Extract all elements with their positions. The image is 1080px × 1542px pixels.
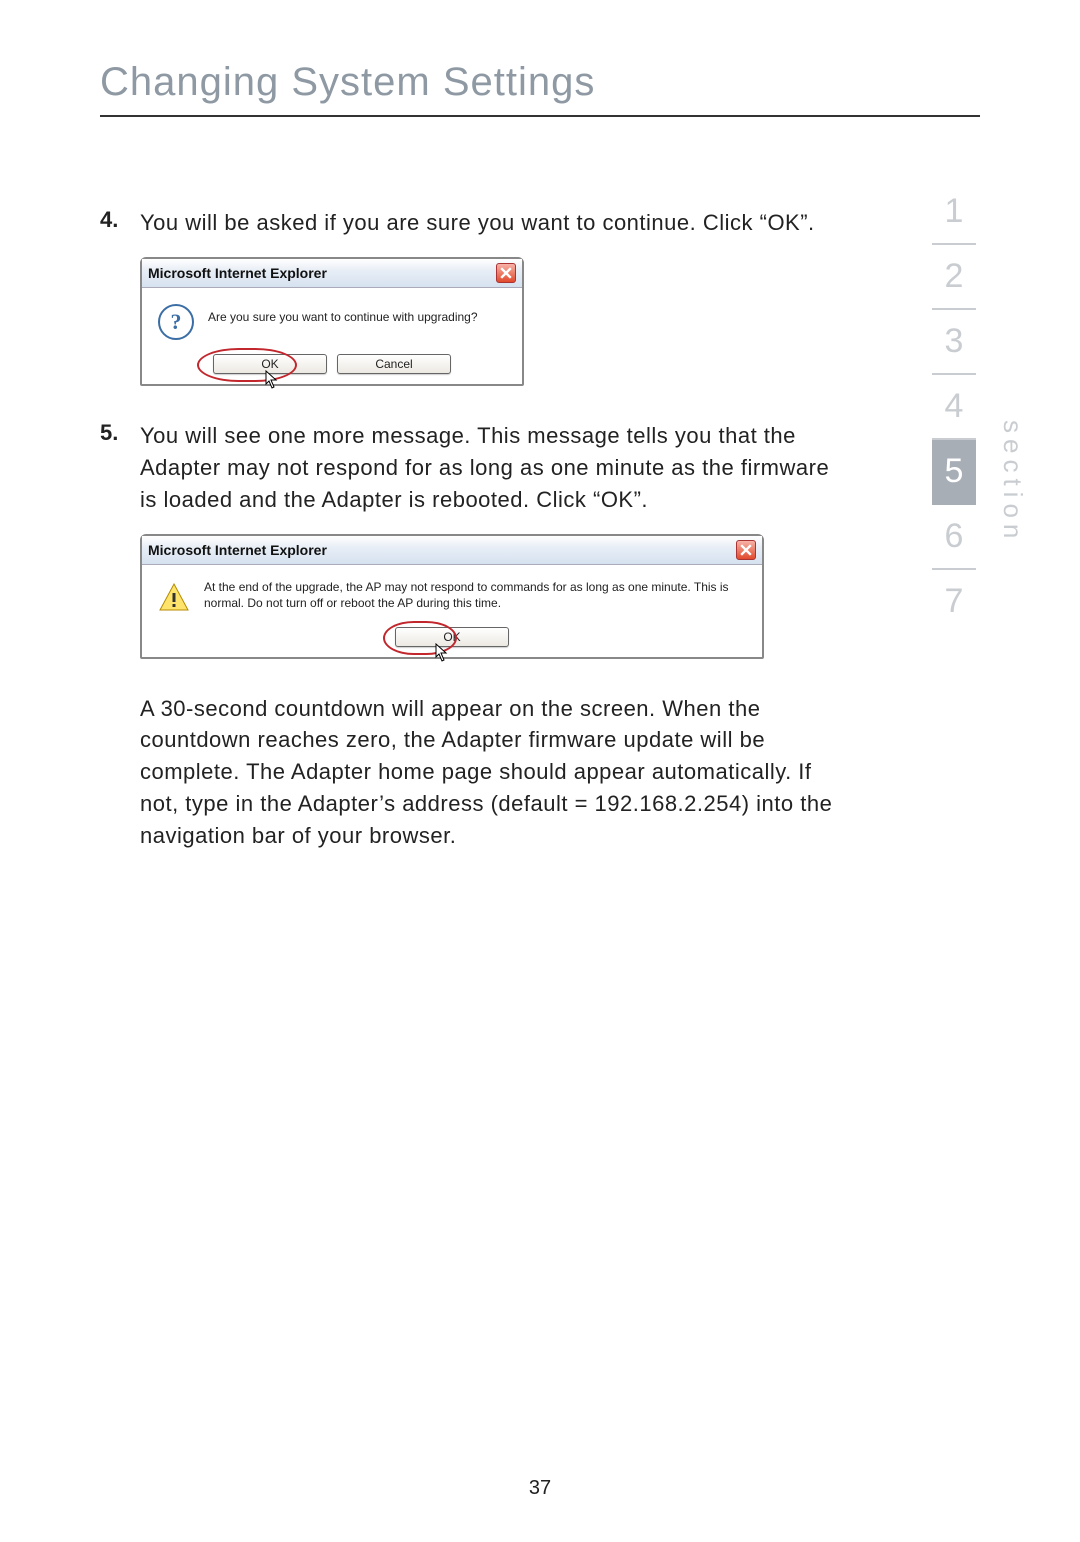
close-icon[interactable] [496, 263, 516, 283]
warning-icon [158, 581, 190, 613]
step-number: 5. [100, 420, 140, 516]
section-nav-2[interactable]: 2 [932, 245, 976, 310]
dialog-body: At the end of the upgrade, the AP may no… [142, 565, 762, 657]
page-title: Changing System Settings [100, 60, 980, 117]
ok-button[interactable]: OK [395, 627, 509, 647]
dialog-titlebar: Microsoft Internet Explorer [142, 259, 522, 288]
steps-list: 4. You will be asked if you are sure you… [100, 207, 980, 852]
dialog-message: At the end of the upgrade, the AP may no… [204, 575, 754, 611]
dialog-upgrade-warning: Microsoft Internet Explorer At the end o… [140, 534, 764, 659]
section-nav: 1 2 3 4 5 6 7 [932, 180, 976, 633]
section-nav-4[interactable]: 4 [932, 375, 976, 440]
close-icon[interactable] [736, 540, 756, 560]
dialog-confirm-upgrade: Microsoft Internet Explorer ? Are you su… [140, 257, 524, 386]
dialog-titlebar: Microsoft Internet Explorer [142, 536, 762, 565]
dialog-message: Are you sure you want to continue with u… [208, 298, 478, 324]
cursor-icon [435, 643, 451, 663]
dialog-buttons: OK [150, 627, 754, 647]
cursor-icon [265, 370, 281, 390]
section-nav-3[interactable]: 3 [932, 310, 976, 375]
step-text: You will see one more message. This mess… [140, 420, 840, 516]
section-nav-1[interactable]: 1 [932, 180, 976, 245]
section-nav-5[interactable]: 5 [932, 440, 976, 505]
step-number: 4. [100, 207, 140, 239]
dialog-buttons: OK Cancel [150, 354, 514, 374]
dialog-title: Microsoft Internet Explorer [148, 542, 736, 558]
closing-paragraph: A 30-second countdown will appear on the… [140, 693, 840, 852]
page-number: 37 [0, 1477, 1080, 1500]
section-nav-6[interactable]: 6 [932, 505, 976, 570]
dialog-body: ? Are you sure you want to continue with… [142, 288, 522, 384]
section-nav-7[interactable]: 7 [932, 570, 976, 633]
cancel-button[interactable]: Cancel [337, 354, 451, 374]
question-icon: ? [158, 304, 194, 340]
step-text: You will be asked if you are sure you wa… [140, 207, 815, 239]
step-4: 4. You will be asked if you are sure you… [100, 207, 980, 239]
dialog-title: Microsoft Internet Explorer [148, 265, 496, 281]
page: Changing System Settings 4. You will be … [0, 0, 1080, 1542]
section-label: section [997, 420, 1028, 544]
step-5: 5. You will see one more message. This m… [100, 420, 980, 516]
